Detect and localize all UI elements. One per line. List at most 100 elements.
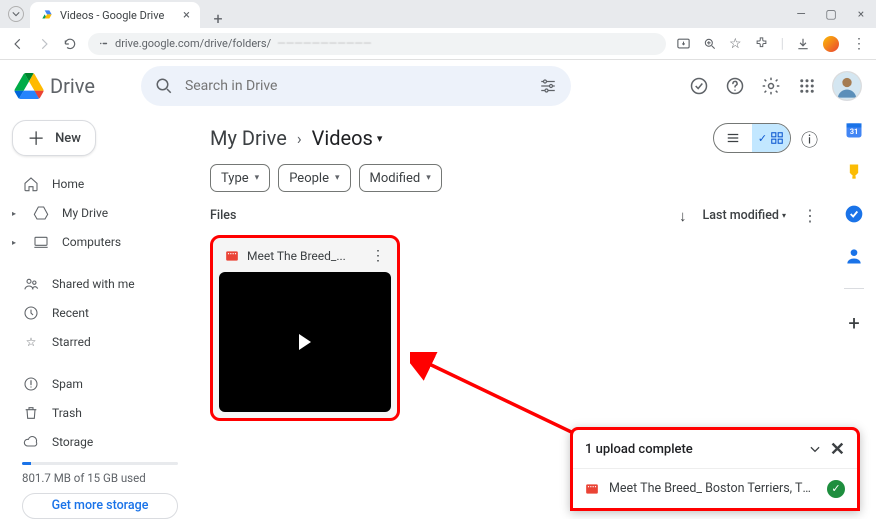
search-input[interactable]: [185, 78, 527, 94]
new-button[interactable]: ＋ New: [12, 120, 96, 156]
view-toggle: [713, 123, 791, 153]
apps-grid-icon[interactable]: [796, 75, 818, 97]
downloads-icon[interactable]: [796, 37, 810, 51]
filter-modified[interactable]: Modified: [359, 164, 442, 192]
url-text: drive.google.com/drive/folders/: [115, 37, 271, 50]
grid-view-button[interactable]: [752, 124, 790, 152]
new-tab-button[interactable]: +: [208, 8, 228, 28]
close-window-button[interactable]: ×: [854, 7, 868, 21]
window-controls: — ▢ ×: [794, 7, 868, 21]
video-file-icon: [585, 482, 599, 496]
sidebar-label: Shared with me: [52, 277, 135, 291]
filter-people[interactable]: People: [278, 164, 350, 192]
drive-logo-icon: [14, 73, 44, 99]
video-file-icon: [225, 249, 239, 263]
trash-icon: [22, 404, 40, 422]
drive-name-label: Drive: [50, 74, 95, 98]
browser-tab[interactable]: Videos - Google Drive ×: [30, 2, 200, 28]
toast-close-icon[interactable]: ✕: [830, 439, 845, 460]
file-more-icon[interactable]: ⋮: [371, 248, 385, 264]
drive-favicon-icon: [40, 8, 54, 22]
get-storage-button[interactable]: Get more storage: [22, 493, 178, 519]
bookmark-icon[interactable]: ☆: [729, 36, 742, 52]
filter-label: Type: [221, 171, 249, 186]
toast-collapse-icon[interactable]: [808, 442, 822, 456]
upload-file-name: Meet The Breed_ Boston Terriers, The ...: [609, 481, 817, 496]
forward-button[interactable]: [36, 36, 52, 52]
sidebar-item-storage[interactable]: Storage: [12, 428, 188, 456]
sidebar-item-starred[interactable]: ☆ Starred: [12, 328, 188, 356]
sidebar-label: Computers: [62, 235, 121, 249]
chrome-profile-avatar[interactable]: [822, 35, 840, 53]
offline-ready-icon[interactable]: [688, 75, 710, 97]
minimize-button[interactable]: —: [794, 7, 808, 21]
upload-status-label: 1 upload complete: [585, 442, 693, 457]
chevron-down-icon: ▾: [377, 132, 383, 145]
maximize-button[interactable]: ▢: [824, 7, 838, 21]
drive-logo[interactable]: Drive: [14, 73, 95, 99]
sort-button[interactable]: Last modified: [703, 208, 786, 223]
file-name: Meet The Breed_...: [247, 249, 363, 263]
files-section-label: Files: [210, 208, 236, 223]
sidebar-label: Trash: [52, 406, 82, 420]
settings-icon[interactable]: [760, 75, 782, 97]
sidebar-label: Recent: [52, 306, 89, 320]
storage-bar: [22, 462, 178, 465]
zoom-icon[interactable]: [703, 37, 717, 51]
address-bar: drive.google.com/drive/folders/ ————————…: [0, 28, 876, 60]
upload-item-row[interactable]: Meet The Breed_ Boston Terriers, The ...…: [573, 468, 857, 508]
sidebar-item-home[interactable]: Home: [12, 170, 188, 198]
sidebar-item-spam[interactable]: Spam: [12, 370, 188, 398]
back-button[interactable]: [10, 36, 26, 52]
more-options-icon[interactable]: ⋮: [802, 206, 818, 225]
search-options-icon[interactable]: [539, 77, 557, 95]
drive-header: Drive: [0, 60, 876, 112]
sidebar-label: Starred: [52, 335, 91, 349]
support-icon[interactable]: [724, 75, 746, 97]
list-view-button[interactable]: [714, 124, 752, 152]
sort-label: Last modified: [703, 208, 779, 223]
breadcrumb-current[interactable]: Videos ▾: [312, 126, 383, 150]
contacts-icon[interactable]: [844, 246, 864, 266]
plus-icon: ＋: [27, 125, 45, 151]
video-thumbnail[interactable]: [219, 272, 391, 412]
sidebar-label: Storage: [52, 435, 93, 449]
spam-icon: [22, 375, 40, 393]
account-avatar[interactable]: [832, 71, 862, 101]
mydrive-icon: [32, 204, 50, 222]
browser-tab-strip: Videos - Google Drive × + — ▢ ×: [0, 0, 876, 28]
storage-text: 801.7 MB of 15 GB used: [12, 469, 188, 493]
tab-close-icon[interactable]: ×: [183, 8, 190, 23]
filter-label: People: [289, 171, 329, 186]
reload-button[interactable]: [62, 36, 78, 52]
info-icon[interactable]: ⓘ: [801, 126, 818, 151]
shared-icon: [22, 275, 40, 293]
chevron-right-icon: ›: [297, 129, 302, 148]
search-box[interactable]: [141, 66, 571, 106]
add-panel-icon[interactable]: +: [848, 311, 859, 335]
site-info-icon[interactable]: [98, 38, 109, 49]
breadcrumb-current-label: Videos: [312, 126, 373, 150]
upload-success-icon: ✓: [827, 480, 845, 498]
sidebar-item-shared[interactable]: Shared with me: [12, 270, 188, 298]
breadcrumb-root[interactable]: My Drive: [210, 126, 287, 150]
file-card[interactable]: Meet The Breed_... ⋮: [210, 235, 400, 421]
sidebar-item-trash[interactable]: Trash: [12, 399, 188, 427]
breadcrumb: My Drive › Videos ▾ ⓘ: [210, 116, 818, 160]
sidebar-item-computers[interactable]: Computers: [12, 228, 188, 256]
calendar-icon[interactable]: 31: [844, 120, 864, 140]
tasks-icon[interactable]: [844, 204, 864, 224]
keep-icon[interactable]: [844, 162, 864, 182]
sidebar-item-recent[interactable]: Recent: [12, 299, 188, 327]
sidebar-item-mydrive[interactable]: My Drive: [12, 199, 188, 227]
sort-direction-icon[interactable]: ↓: [679, 207, 687, 225]
upload-toast: 1 upload complete ✕ Meet The Breed_ Bost…: [570, 427, 860, 511]
filter-type[interactable]: Type: [210, 164, 270, 192]
extensions-icon[interactable]: [754, 36, 769, 51]
url-input[interactable]: drive.google.com/drive/folders/ ————————…: [88, 33, 666, 55]
url-hidden: ———————————: [277, 37, 371, 50]
tab-search-dropdown[interactable]: [8, 6, 24, 22]
install-app-icon[interactable]: [676, 36, 691, 51]
filter-row: Type People Modified: [210, 164, 818, 192]
chrome-menu-icon[interactable]: ⋮: [852, 36, 866, 52]
